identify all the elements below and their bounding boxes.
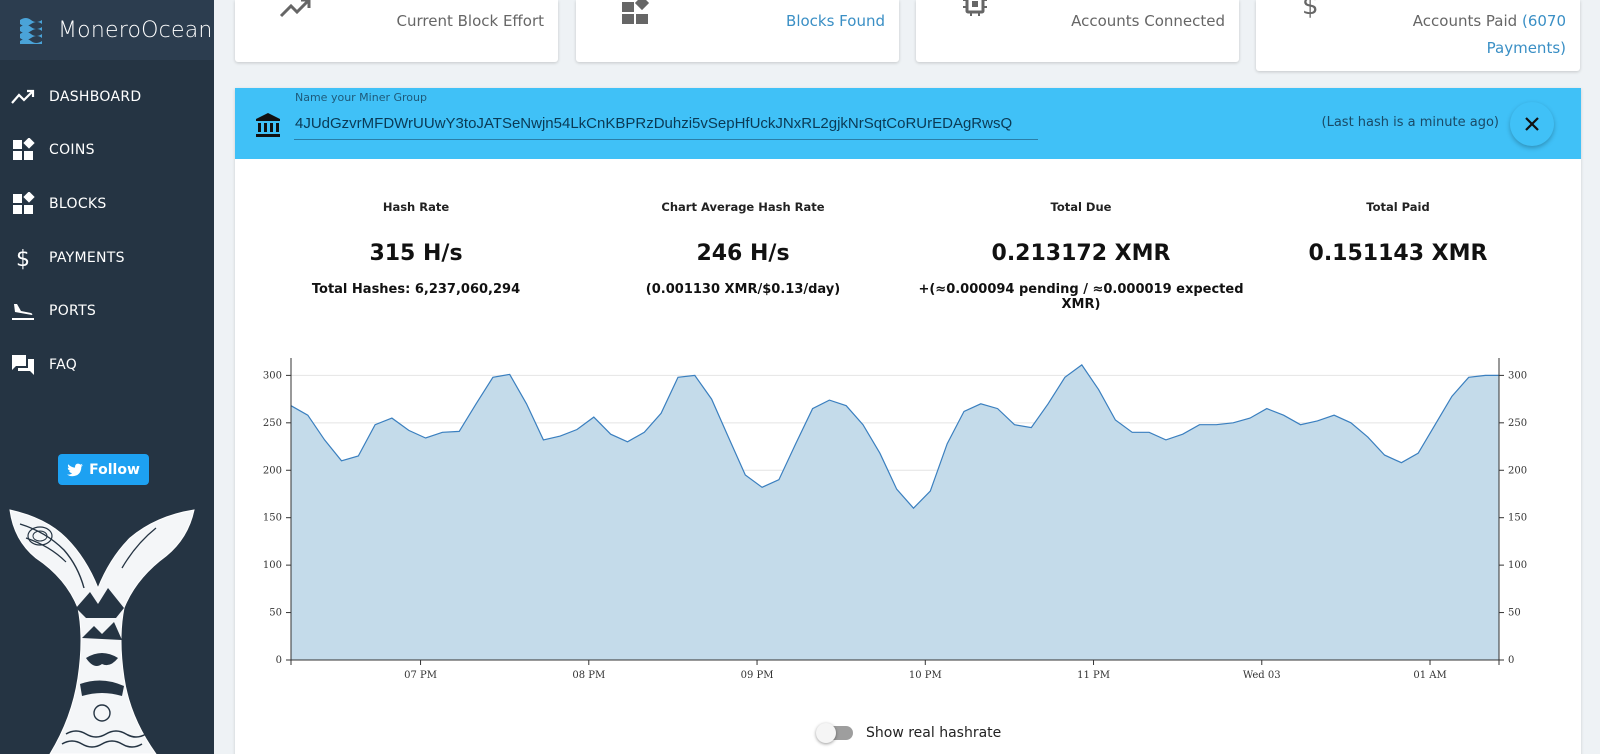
- y-tick-label-left: 50: [269, 608, 282, 619]
- x-tick-label: 11 PM: [1077, 670, 1110, 678]
- chip-icon: [963, 0, 987, 16]
- stat-value: 0.151143 XMR: [1308, 241, 1488, 266]
- stat-subtext: Total Hashes: 6,237,060,294: [311, 282, 521, 297]
- payments-count-link[interactable]: (6070: [1522, 12, 1566, 30]
- dollar-icon: $: [1302, 0, 1319, 21]
- card-accounts-connected[interactable]: Accounts Connected: [916, 0, 1239, 62]
- widgets-icon: [622, 0, 650, 24]
- trending-icon: [279, 0, 311, 18]
- stat-hash-rate: Hash Rate 315 H/s Total Hashes: 6,237,06…: [256, 200, 576, 297]
- stat-chart-average-hash-rate: Chart Average Hash Rate 246 H/s (0.00113…: [583, 200, 903, 297]
- sidebar-item-blocks[interactable]: BLOCKS: [0, 177, 214, 231]
- y-tick-label-right: 250: [1508, 418, 1527, 429]
- y-tick-label-right: 300: [1508, 370, 1527, 381]
- forum-icon: [10, 352, 36, 378]
- stat-title: Hash Rate: [382, 200, 450, 214]
- y-tick-label-right: 200: [1508, 465, 1527, 476]
- stat-total-due: Total Due 0.213172 XMR +(≈0.000094 pendi…: [911, 200, 1251, 312]
- sidebar-item-label: FAQ: [49, 356, 78, 373]
- toggle-knob[interactable]: [816, 723, 836, 743]
- stat-title: Chart Average Hash Rate: [661, 200, 825, 214]
- x-tick-label: Wed 03: [1243, 670, 1281, 678]
- y-tick-label-left: 300: [263, 370, 282, 381]
- show-real-hashrate-toggle[interactable]: Show real hashrate: [816, 723, 1002, 743]
- close-button[interactable]: [1510, 102, 1554, 146]
- stat-value: 315 H/s: [369, 241, 463, 266]
- sidebar-item-label: PORTS: [49, 303, 97, 320]
- stat-title: Total Due: [1050, 200, 1112, 214]
- miner-group-header: Name your Miner Group (Last hash is a mi…: [235, 88, 1581, 159]
- stat-subtext: +(≈0.000094 pending / ≈0.000019 expected…: [918, 282, 1244, 312]
- svg-text:$: $: [1302, 0, 1319, 21]
- dollar-icon: $: [10, 245, 36, 271]
- sidebar-item-label: COINS: [49, 142, 95, 159]
- x-tick-label: 08 PM: [572, 670, 605, 678]
- svg-text:$: $: [16, 247, 30, 270]
- sidebar-item-label: DASHBOARD: [49, 88, 142, 105]
- stat-title: Total Paid: [1366, 200, 1430, 214]
- sidebar-item-dashboard[interactable]: DASHBOARD: [0, 70, 214, 124]
- sidebar-nav: DASHBOARD COINS BLOCKS $ PAYMENTS PORTS: [0, 70, 214, 392]
- x-tick-label: 09 PM: [741, 670, 774, 678]
- whale-tail-illustration: [9, 509, 195, 754]
- y-tick-label-left: 250: [263, 418, 282, 429]
- card-current-block-effort[interactable]: Current Block Effort: [235, 0, 558, 62]
- payments-count-link-continued[interactable]: Payments): [1487, 39, 1566, 57]
- sidebar-item-label: PAYMENTS: [49, 249, 125, 266]
- app-name: MoneroOcean: [58, 17, 213, 43]
- card-label: Current Block Effort: [396, 12, 544, 30]
- y-tick-label-right: 150: [1508, 513, 1527, 524]
- widgets-icon: [10, 137, 36, 163]
- miner-panel: Name your Miner Group (Last hash is a mi…: [235, 88, 1581, 754]
- card-label-link[interactable]: Blocks Found: [786, 8, 885, 35]
- card-blocks-found[interactable]: Blocks Found: [576, 0, 899, 62]
- close-icon: [1525, 117, 1539, 131]
- monero-ocean-logo-icon: [20, 18, 42, 44]
- card-label: Accounts Connected: [1071, 12, 1225, 30]
- stat-total-paid: Total Paid 0.151143 XMR: [1238, 200, 1558, 282]
- x-tick-label: 01 AM: [1413, 670, 1446, 678]
- widgets-icon: [10, 191, 36, 217]
- toggle-track[interactable]: [816, 723, 853, 743]
- stat-subtext: (0.001130 XMR/$0.13/day): [645, 282, 841, 297]
- flight-land-icon: [10, 298, 36, 324]
- follow-label: Follow: [89, 461, 140, 478]
- last-hash-status: (Last hash is a minute ago): [1321, 115, 1499, 130]
- bank-icon: [256, 113, 280, 137]
- toggle-label: Show real hashrate: [866, 725, 1002, 741]
- y-tick-label-left: 0: [276, 655, 282, 666]
- card-label: Accounts Paid (6070 Payments): [1413, 8, 1566, 62]
- stat-value: 246 H/s: [696, 241, 790, 266]
- sidebar-item-faq[interactable]: FAQ: [0, 338, 214, 392]
- y-tick-label-left: 150: [263, 513, 282, 524]
- y-tick-label-right: 0: [1508, 655, 1514, 666]
- sidebar: MoneroOcean DASHBOARD COINS BLOCKS $ PAY…: [0, 0, 214, 754]
- miner-group-field-label: Name your Miner Group: [295, 91, 427, 104]
- y-tick-label-left: 200: [263, 465, 282, 476]
- twitter-icon: [67, 463, 84, 476]
- sidebar-item-label: BLOCKS: [49, 195, 107, 212]
- y-tick-label-left: 100: [263, 560, 282, 571]
- brand-header[interactable]: MoneroOcean: [0, 0, 214, 60]
- sidebar-item-ports[interactable]: PORTS: [0, 284, 214, 338]
- twitter-follow-button[interactable]: Follow: [58, 454, 149, 485]
- stat-value: 0.213172 XMR: [991, 241, 1171, 266]
- x-tick-label: 10 PM: [909, 670, 942, 678]
- hashrate-chart: 0 0 50 50 100 100 150 150 200 200 250 250 300 300 07 P…: [263, 358, 1527, 678]
- miner-group-input[interactable]: [294, 108, 1038, 140]
- accounts-paid-label: Accounts Paid: [1412, 12, 1518, 30]
- y-tick-label-right: 50: [1508, 608, 1521, 619]
- sidebar-item-payments[interactable]: $ PAYMENTS: [0, 231, 214, 285]
- card-accounts-paid[interactable]: $ Accounts Paid (6070 Payments): [1256, 0, 1580, 71]
- sidebar-item-coins[interactable]: COINS: [0, 124, 214, 178]
- trending-icon: [10, 84, 36, 110]
- y-tick-label-right: 100: [1508, 560, 1527, 571]
- x-tick-label: 07 PM: [404, 670, 437, 678]
